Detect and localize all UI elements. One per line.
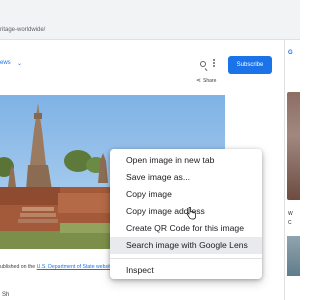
web-page: ews ⌄ Subscribe ⋖ Share ublished on the …: [0, 40, 300, 300]
page-bottom-text: Sh: [2, 292, 10, 298]
side-panel: G W C: [284, 40, 300, 300]
hand-pointer-icon: [186, 207, 196, 220]
image-caption: ublished on the U.S. Department of State…: [0, 264, 115, 270]
share-button[interactable]: ⋖ Share: [196, 77, 216, 84]
browser-window: ritage-worldwide/ ews ⌄ Subscribe ⋖ Share: [0, 0, 300, 300]
menu-separator: [110, 258, 262, 259]
subscribe-button[interactable]: Subscribe: [228, 56, 272, 74]
more-vert-icon[interactable]: [213, 59, 215, 69]
menu-item-open-image-new-tab[interactable]: Open image in new tab: [110, 152, 262, 169]
menu-item-copy-image[interactable]: Copy image: [110, 186, 262, 203]
side-panel-image[interactable]: [287, 92, 300, 200]
side-panel-text-2: C: [288, 220, 292, 226]
google-logo: G: [288, 50, 293, 56]
side-panel-text-1: W: [288, 211, 293, 217]
url-text[interactable]: ritage-worldwide/: [0, 27, 45, 33]
section-dropdown[interactable]: ews: [0, 60, 11, 66]
page-toolbar: ews ⌄ Subscribe: [0, 48, 280, 74]
menu-item-search-google-lens[interactable]: Search image with Google Lens: [110, 237, 262, 254]
menu-item-inspect[interactable]: Inspect: [110, 262, 262, 279]
side-panel-image-2[interactable]: [287, 236, 300, 276]
caption-text: ublished on the: [0, 264, 37, 270]
share-icon: ⋖: [196, 78, 202, 84]
menu-item-create-qr-code[interactable]: Create QR Code for this image: [110, 220, 262, 237]
share-label: Share: [203, 78, 217, 84]
address-bar[interactable]: ritage-worldwide/: [0, 0, 300, 40]
search-icon[interactable]: [200, 61, 206, 67]
menu-item-save-image-as[interactable]: Save image as...: [110, 169, 262, 186]
caption-link[interactable]: U.S. Department of State website: [37, 264, 114, 270]
chevron-down-icon[interactable]: ⌄: [17, 60, 22, 67]
